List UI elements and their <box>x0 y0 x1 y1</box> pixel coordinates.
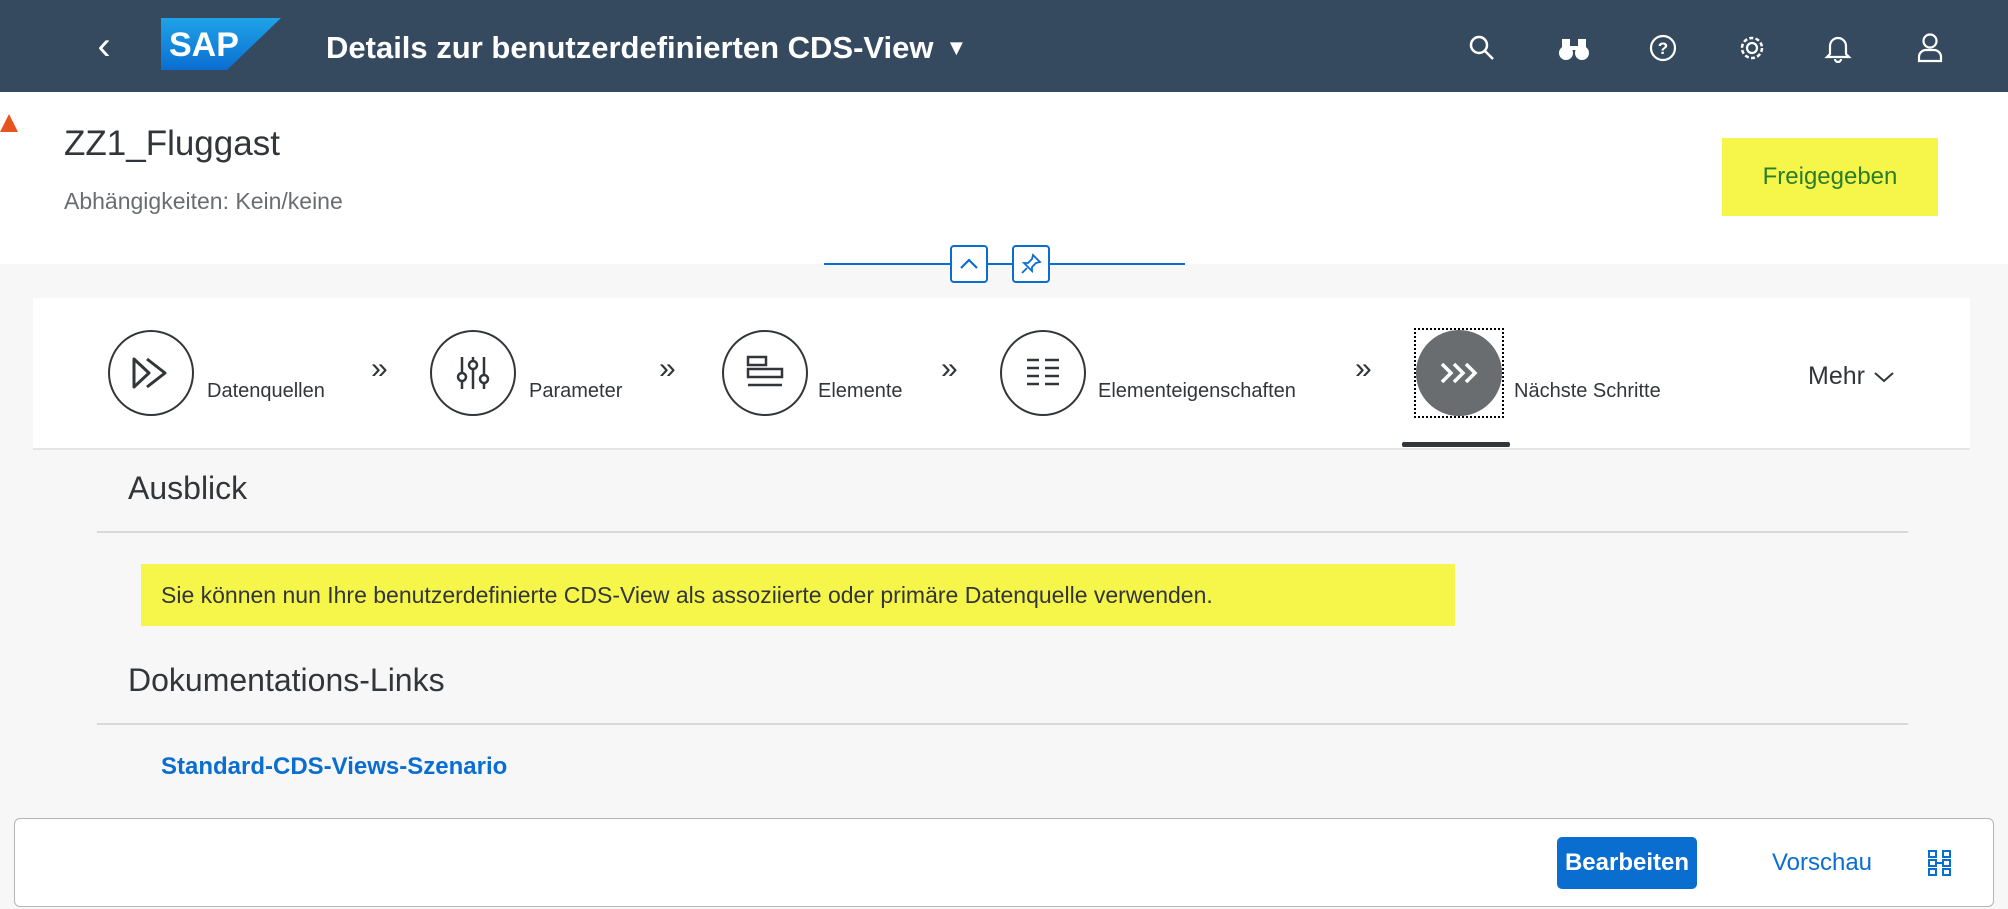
divider-line <box>824 263 950 265</box>
section-divider <box>97 531 1908 533</box>
anchor-parameter[interactable] <box>430 330 516 416</box>
section-title-ausblick: Ausblick <box>128 470 248 506</box>
fast-forward-icon <box>132 357 167 389</box>
divider-line <box>1050 263 1185 265</box>
active-tab-indicator <box>1402 442 1510 447</box>
app-title: Details zur benutzerdefinierten CDS-View <box>326 30 934 65</box>
next-steps-icon <box>1440 362 1478 384</box>
binoculars-icon[interactable] <box>1552 26 1596 70</box>
outlook-text: Sie können nun Ihre benutzerdefinierte C… <box>141 564 1455 626</box>
anchor-naechste-schritte[interactable] <box>1416 330 1502 416</box>
doc-link-standard-cds-views[interactable]: Standard-CDS-Views-Szenario <box>161 753 507 781</box>
annotation-marker <box>0 114 18 132</box>
footer-toolbar <box>14 818 1994 907</box>
anchor-label[interactable]: Datenquellen <box>207 380 325 403</box>
chevron-double-icon: » <box>1355 352 1372 385</box>
collapse-header-button[interactable] <box>950 245 988 283</box>
settings-icon[interactable] <box>1730 26 1774 70</box>
section-divider <box>97 723 1908 725</box>
object-subtitle: Abhängigkeiten: Kein/keine <box>64 188 343 214</box>
anchor-label[interactable]: Nächste Schritte <box>1514 380 1661 403</box>
anchor-datenquellen[interactable] <box>108 330 194 416</box>
caret-down-icon: ▼ <box>945 35 968 60</box>
object-title: ZZ1_Fluggast <box>64 124 280 163</box>
back-icon[interactable]: ‹ <box>84 22 124 70</box>
anchor-label[interactable]: Elementeigenschaften <box>1098 380 1296 403</box>
anchor-elementeigenschaften[interactable] <box>1000 330 1086 416</box>
search-icon[interactable] <box>1460 26 1504 70</box>
chevron-double-icon: » <box>941 352 958 385</box>
chevron-down-icon <box>1874 371 1894 382</box>
more-label: Mehr <box>1808 362 1865 390</box>
user-icon[interactable] <box>1908 26 1952 70</box>
anchor-label[interactable]: Parameter <box>529 380 622 403</box>
shell-bar: ‹ SAP Details zur benutzerdefinierten CD… <box>0 0 2008 92</box>
structure-icon[interactable] <box>1920 843 1960 883</box>
status-badge: Freigegeben <box>1722 138 1938 216</box>
section-title-dokumentation: Dokumentations-Links <box>128 662 445 698</box>
sap-logo[interactable]: SAP <box>161 18 281 70</box>
object-header <box>0 92 2008 264</box>
anchor-elemente[interactable] <box>722 330 808 416</box>
chevron-double-icon: » <box>371 352 388 385</box>
list-properties-icon <box>1027 358 1059 386</box>
sliders-icon <box>456 357 490 389</box>
more-menu-button[interactable]: Mehr <box>1808 362 1895 391</box>
preview-button[interactable]: Vorschau <box>1757 837 1887 889</box>
pin-header-button[interactable] <box>1012 245 1050 283</box>
help-icon[interactable]: ? <box>1641 26 1685 70</box>
app-title-menu[interactable]: Details zur benutzerdefinierten CDS-View… <box>326 26 967 70</box>
divider-line <box>988 263 1012 265</box>
chevron-double-icon: » <box>659 352 676 385</box>
edit-button[interactable]: Bearbeiten <box>1557 837 1697 889</box>
elements-icon <box>746 355 784 387</box>
notification-icon[interactable] <box>1816 26 1860 70</box>
chevron-up-icon <box>960 258 978 269</box>
pin-icon <box>1021 253 1042 274</box>
svg-text:SAP: SAP <box>169 26 239 64</box>
svg-text:?: ? <box>1658 39 1668 58</box>
anchor-label[interactable]: Elemente <box>818 380 903 403</box>
